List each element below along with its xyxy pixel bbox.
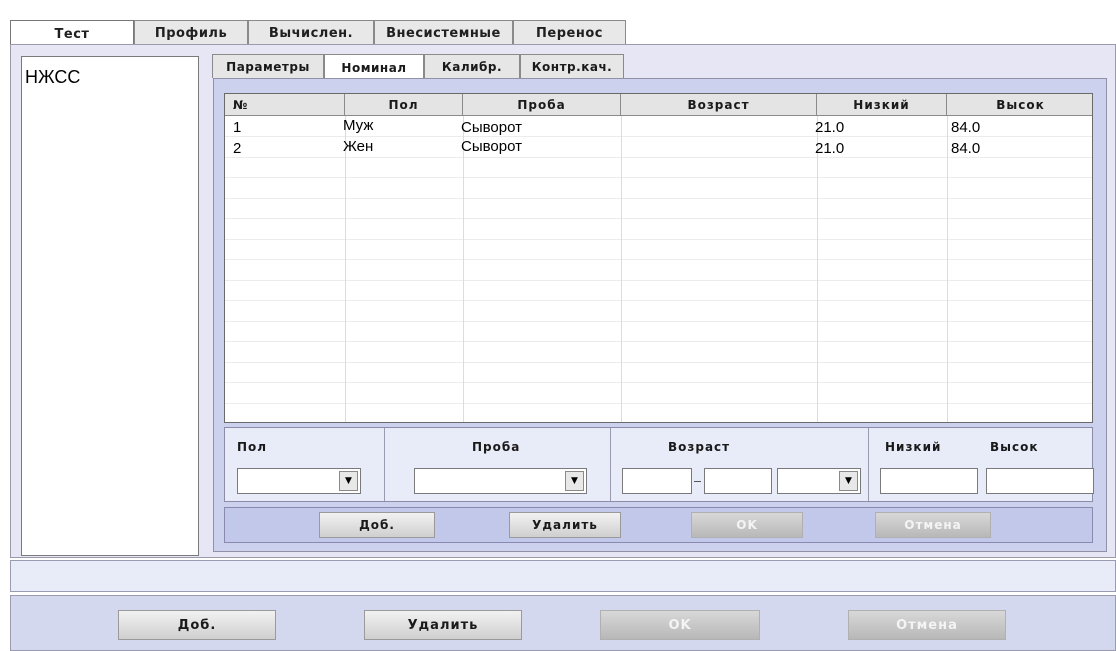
sex-select[interactable]: ▼ [237,468,361,494]
cell-high[interactable]: 84.0 [951,140,980,157]
row-gridline [225,157,1092,158]
dropdown-arrow-icon[interactable]: ▼ [339,471,358,491]
cell-low[interactable]: 21.0 [815,119,844,136]
tab-nominal[interactable]: Номинал [324,54,424,80]
row-gridline [225,280,1092,281]
row-gridline [225,300,1092,301]
row-gridline [225,136,1092,137]
cell-number[interactable]: 1 [233,119,241,136]
row-gridline [225,218,1092,219]
column-header-sample: Проба [463,94,621,116]
cell-number[interactable]: 2 [233,140,241,157]
age-to-input[interactable] [704,468,772,494]
cell-sample[interactable]: Сыворот [461,138,522,155]
tab-profile[interactable]: Профиль [134,20,248,45]
form-divider [610,428,611,501]
column-divider [463,116,464,422]
inner-button-bar: Доб. Удалить OK Отмена [224,507,1093,543]
add-range-button[interactable]: Доб. [319,512,435,538]
tab-quality-control[interactable]: Контр.кач. [520,54,624,78]
cell-sample[interactable]: Сыворот [461,119,522,136]
app-window: Тест Профиль Вычислен. Внесистемные Пере… [0,0,1116,651]
high-label: Высок [990,440,1039,454]
row-gridline [225,259,1092,260]
cell-high[interactable]: 84.0 [951,119,980,136]
add-test-button[interactable]: Доб. [118,610,276,640]
column-header-age: Возраст [621,94,817,116]
row-gridline [225,382,1092,383]
column-divider [621,116,622,422]
column-header-high: Высок [996,98,1045,112]
sample-select[interactable]: ▼ [414,468,587,494]
age-unit-select[interactable]: ▼ [777,468,861,494]
column-divider [947,116,948,422]
sex-label: Пол [237,440,268,454]
sample-label: Проба [472,440,521,454]
age-label: Возраст [668,440,731,454]
tab-transfer[interactable]: Перенос [513,20,626,45]
dropdown-arrow-icon[interactable]: ▼ [839,471,858,491]
column-header-sex: Пол [345,94,463,116]
column-divider [817,116,818,422]
high-input[interactable] [986,468,1094,494]
cancel-range-button[interactable]: Отмена [875,512,991,538]
status-bar [10,560,1116,592]
table-header: № Пол Проба Возраст Низкий Высок [225,94,1092,116]
low-input[interactable] [880,468,978,494]
row-gridline [225,198,1092,199]
column-divider [345,116,346,422]
row-gridline [225,177,1092,178]
cell-sex[interactable]: Жен [343,138,373,155]
column-header-number: № [225,94,345,116]
list-item[interactable]: НЖСС [25,67,80,88]
form-divider [868,428,869,501]
low-label: Низкий [885,440,942,454]
tab-test[interactable]: Тест [10,20,134,47]
range-dash [694,481,701,482]
ok-range-button[interactable]: OK [691,512,803,538]
delete-test-button[interactable]: Удалить [364,610,522,640]
row-gridline [225,341,1092,342]
tab-parameters[interactable]: Параметры [212,54,324,78]
tab-offsystem[interactable]: Внесистемные [374,20,513,45]
cancel-test-button[interactable]: Отмена [848,610,1006,640]
row-gridline [225,239,1092,240]
row-gridline [225,321,1092,322]
form-divider [384,428,385,501]
ok-test-button[interactable]: OK [600,610,760,640]
column-header-low: Низкий [817,94,947,116]
test-list[interactable]: НЖСС [21,56,199,556]
dropdown-arrow-icon[interactable]: ▼ [565,471,584,491]
cell-low[interactable]: 21.0 [815,140,844,157]
reference-range-table[interactable]: № Пол Проба Возраст Низкий Высок 1 Муж С… [224,93,1093,423]
age-from-input[interactable] [622,468,692,494]
row-gridline [225,362,1092,363]
cell-sex[interactable]: Муж [343,117,373,134]
tab-calculated[interactable]: Вычислен. [248,20,374,45]
edit-form: Пол Проба Возраст Низкий Высок ▼ ▼ ▼ [224,427,1094,502]
row-gridline [225,403,1092,404]
delete-range-button[interactable]: Удалить [509,512,621,538]
tab-calibration[interactable]: Калибр. [424,54,520,78]
